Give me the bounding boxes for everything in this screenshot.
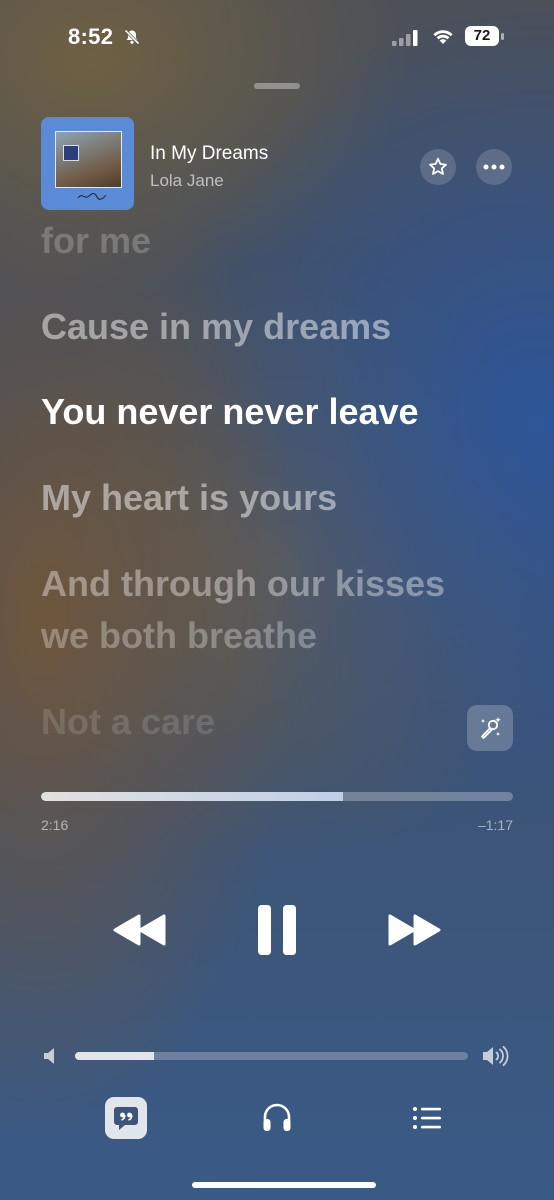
lyric-line[interactable]: My heart is yours xyxy=(41,472,337,524)
favorite-button[interactable] xyxy=(420,149,456,185)
quote-bubble-icon xyxy=(114,1107,138,1130)
forward-icon[interactable] xyxy=(386,910,442,950)
wifi-icon xyxy=(433,30,453,44)
ellipsis-icon xyxy=(483,164,505,170)
lyric-line[interactable]: we both breathe xyxy=(41,610,317,662)
signal-icon xyxy=(392,30,418,46)
lyric-line[interactable]: Cause in my dreams xyxy=(41,301,391,353)
status-time: 8:52 xyxy=(68,24,114,49)
lyric-line[interactable]: for me xyxy=(41,215,151,267)
more-button[interactable] xyxy=(476,149,512,185)
battery-nub xyxy=(501,33,504,40)
microphone-sparkle-icon xyxy=(481,717,501,739)
lyric-line-current[interactable]: You never never leave xyxy=(41,386,419,438)
headphones-icon[interactable] xyxy=(260,1101,294,1135)
battery-level: 72 xyxy=(465,26,499,46)
artwork-square xyxy=(63,145,79,161)
volume-high-icon xyxy=(483,1045,509,1067)
volume-low-icon xyxy=(44,1048,54,1064)
progress-fill xyxy=(41,792,344,801)
backward-icon[interactable] xyxy=(112,910,168,950)
lyric-line[interactable]: Not a care xyxy=(41,696,215,748)
remaining-time: –1:17 xyxy=(477,817,513,833)
star-icon xyxy=(429,157,447,175)
sheet-grabber[interactable] xyxy=(254,83,300,89)
home-indicator[interactable] xyxy=(192,1182,376,1188)
lyrics-button[interactable] xyxy=(105,1097,147,1139)
pause-icon[interactable] xyxy=(256,903,298,957)
list-icon[interactable] xyxy=(411,1104,443,1132)
progress-slider[interactable] xyxy=(41,792,513,801)
artwork-signature xyxy=(77,193,107,200)
song-title[interactable]: In My Dreams xyxy=(150,143,268,165)
battery-indicator: 72 xyxy=(465,26,505,48)
lyric-line[interactable]: And through our kisses xyxy=(41,558,445,610)
artist-name[interactable]: Lola Jane xyxy=(150,171,224,191)
album-artwork[interactable] xyxy=(41,117,134,210)
elapsed-time: 2:16 xyxy=(41,817,69,833)
bell-slash-icon xyxy=(124,29,140,45)
sing-button[interactable] xyxy=(467,705,513,751)
volume-slider[interactable] xyxy=(75,1052,468,1060)
volume-fill xyxy=(75,1052,154,1060)
